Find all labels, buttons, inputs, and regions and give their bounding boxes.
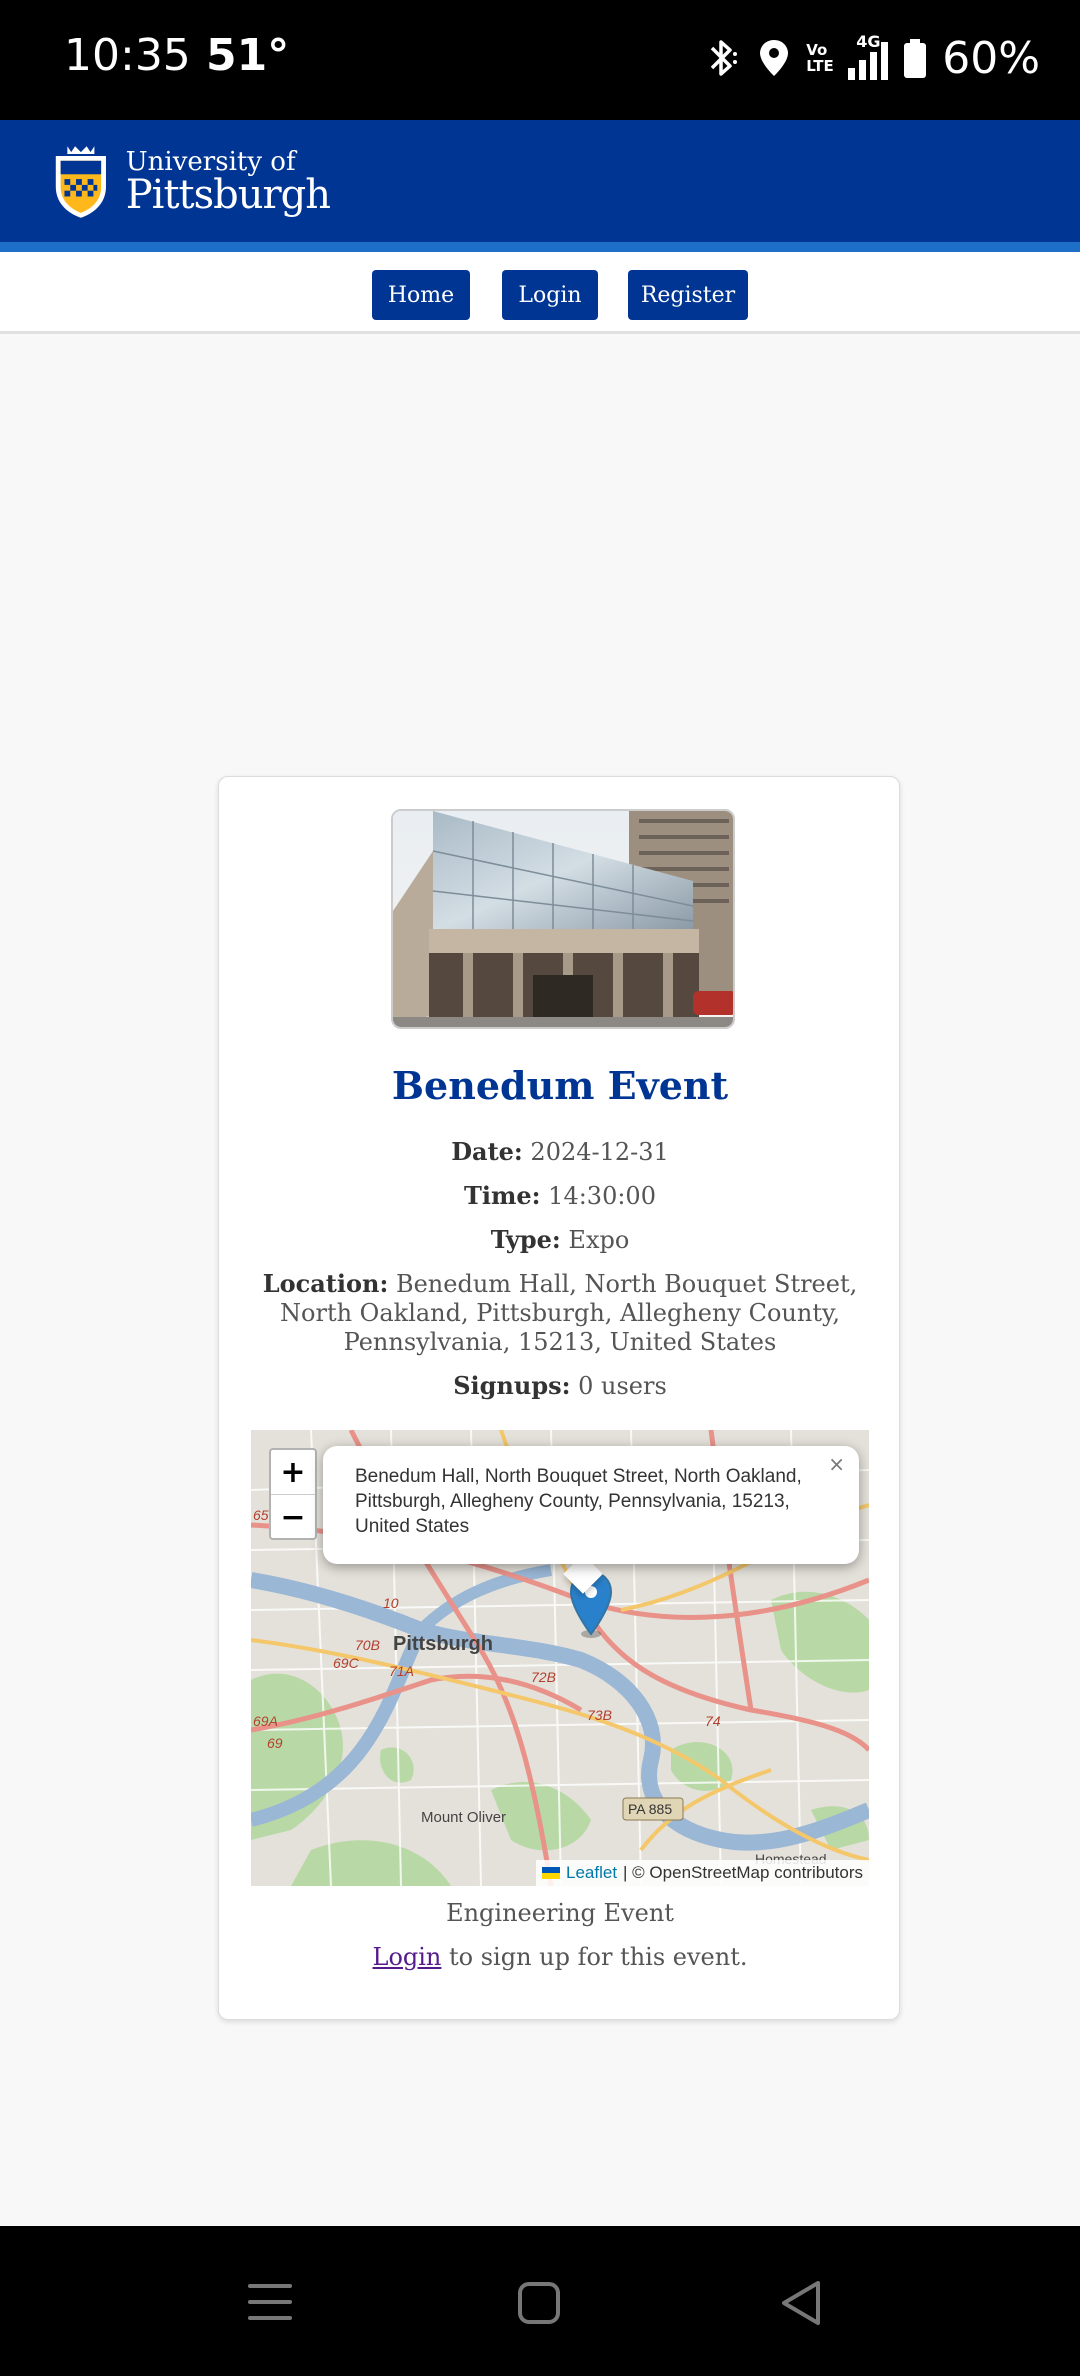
- event-date: Date: 2024-12-31: [259, 1137, 861, 1167]
- volte-icon: Vo LTE: [806, 42, 834, 74]
- system-nav-bar: [0, 2226, 1080, 2376]
- date-value: 2024-12-31: [530, 1138, 669, 1166]
- event-map[interactable]: 10 70B 69C 71A 72B 73B 74 69A 69 65 PA 8…: [251, 1430, 869, 1886]
- home-nav-icon[interactable]: [516, 2280, 562, 2326]
- map-label-pa885: PA 885: [628, 1801, 672, 1817]
- ukraine-flag-icon: [542, 1867, 560, 1879]
- event-signups: Signups: 0 users: [259, 1371, 861, 1401]
- event-time: Time: 14:30:00: [259, 1181, 861, 1211]
- map-label-73b: 73B: [587, 1707, 612, 1723]
- time-label: Time:: [464, 1181, 541, 1210]
- map-label-72b: 72B: [531, 1669, 556, 1685]
- event-location: Location: Benedum Hall, North Bouquet St…: [259, 1269, 861, 1357]
- recents-menu-icon[interactable]: [246, 2280, 294, 2324]
- leaflet-link[interactable]: Leaflet: [566, 1863, 617, 1883]
- map-label-69c: 69C: [333, 1655, 360, 1671]
- battery-icon: [904, 39, 927, 78]
- map-label-69a: 69A: [253, 1713, 278, 1729]
- header-stripe: [0, 242, 1080, 252]
- bluetooth-icon: [710, 40, 738, 76]
- pitt-shield-icon: [55, 146, 106, 218]
- type-value: Expo: [568, 1226, 630, 1254]
- map-popup: × Benedum Hall, North Bouquet Street, No…: [323, 1446, 859, 1564]
- map-label-74: 74: [705, 1713, 721, 1729]
- signal-icon: 4G: [848, 32, 889, 80]
- attribution-text: | © OpenStreetMap contributors: [623, 1863, 863, 1882]
- location-icon: [760, 40, 789, 76]
- popup-close-button[interactable]: ×: [828, 1452, 845, 1477]
- home-button[interactable]: Home: [372, 270, 470, 320]
- back-icon[interactable]: [778, 2278, 824, 2328]
- time-value: 14:30:00: [548, 1182, 656, 1210]
- zoom-control: + −: [269, 1448, 317, 1540]
- location-label: Location:: [262, 1269, 389, 1298]
- map-label-70b: 70B: [355, 1637, 380, 1653]
- status-temperature: 51°: [206, 30, 290, 81]
- signups-label: Signups:: [453, 1371, 571, 1400]
- status-icons: Vo LTE 4G 60%: [702, 28, 1040, 88]
- status-bar: 10:35 51° Vo LTE 4G 60%: [0, 0, 1080, 120]
- type-label: Type:: [490, 1225, 561, 1254]
- map-label-10: 10: [383, 1595, 399, 1611]
- signups-value: 0 users: [578, 1372, 667, 1400]
- login-prompt: Login to sign up for this event.: [219, 1943, 901, 1971]
- event-card: Benedum Event Date: 2024-12-31 Time: 14:…: [218, 776, 900, 2020]
- status-time: 10:35: [64, 30, 191, 81]
- logo-line2: Pittsburgh: [125, 172, 331, 218]
- popup-text: Benedum Hall, North Bouquet Street, Nort…: [355, 1466, 802, 1537]
- login-button[interactable]: Login: [502, 270, 598, 320]
- pitt-logo[interactable]: University of Pittsburgh: [50, 140, 331, 224]
- battery-percent: 60%: [942, 32, 1040, 84]
- login-link[interactable]: Login: [373, 1943, 442, 1971]
- event-description: Engineering Event: [446, 1899, 674, 1927]
- event-image: [391, 809, 735, 1029]
- map-label-65: 65: [253, 1507, 269, 1523]
- network-type: 4G: [856, 32, 881, 51]
- map-label-71a: 71A: [389, 1663, 414, 1679]
- date-label: Date:: [451, 1137, 523, 1166]
- zoom-in-button[interactable]: +: [271, 1450, 315, 1495]
- map-label-mount-oliver: Mount Oliver: [421, 1809, 506, 1826]
- zoom-out-button[interactable]: −: [271, 1495, 315, 1540]
- event-type: Type: Expo: [259, 1225, 861, 1255]
- register-button[interactable]: Register: [628, 270, 748, 320]
- map-label-pittsburgh: Pittsburgh: [393, 1633, 493, 1655]
- logo-wordmark: University of Pittsburgh: [125, 149, 331, 218]
- map-label-69: 69: [267, 1735, 283, 1751]
- map-attribution: Leaflet | © OpenStreetMap contributors: [536, 1860, 869, 1886]
- login-prompt-text: to sign up for this event.: [441, 1943, 748, 1971]
- volte-text: Vo LTE: [806, 41, 834, 75]
- event-title: Benedum Event: [391, 1063, 729, 1108]
- nav-bar: Home Login Register: [0, 252, 1080, 334]
